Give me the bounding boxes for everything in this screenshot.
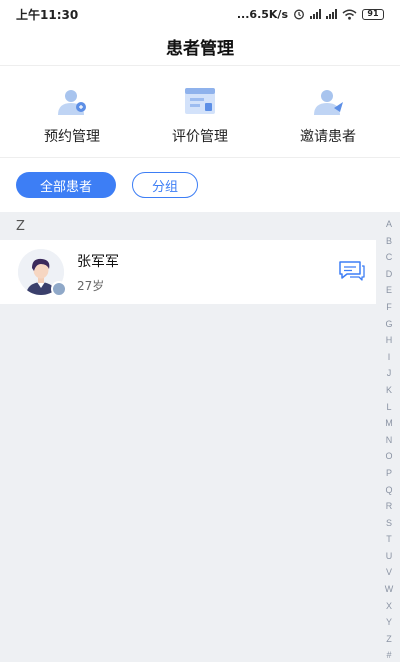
appointment-management-button[interactable]: 预约管理 xyxy=(22,66,122,157)
page-header: 患者管理 xyxy=(0,28,400,66)
alphabet-index-letter[interactable]: W xyxy=(385,581,394,598)
patient-age: 27岁 xyxy=(77,278,105,293)
alphabet-index-letter[interactable]: I xyxy=(388,349,391,366)
alphabet-index-letter[interactable]: D xyxy=(386,266,393,283)
section-letter: Z xyxy=(16,218,25,234)
invite-patient-button[interactable]: 邀请患者 xyxy=(278,66,378,157)
alphabet-index-letter[interactable]: G xyxy=(385,316,392,333)
all-patients-tab[interactable]: 全部患者 xyxy=(16,172,116,198)
status-time: 上午11:30 xyxy=(16,7,79,22)
invite-person-icon xyxy=(314,90,343,115)
patient-info: 张军军 27岁 xyxy=(77,251,119,294)
alphabet-index-letter[interactable]: Z xyxy=(386,631,392,648)
signal-icon xyxy=(310,9,321,19)
review-management-button[interactable]: 评价管理 xyxy=(150,66,250,157)
alphabet-index-letter[interactable]: R xyxy=(386,498,393,515)
patient-name: 张军军 xyxy=(77,253,119,270)
alphabet-index-letter[interactable]: P xyxy=(386,465,392,482)
alphabet-index-letter[interactable]: B xyxy=(386,233,392,250)
alarm-icon xyxy=(294,9,304,20)
alphabet-index-letter[interactable]: N xyxy=(386,432,393,449)
status-bar: 上午11:30 ...6.5K/s 91 xyxy=(0,0,400,28)
wifi-icon xyxy=(342,9,357,20)
alphabet-index-letter[interactable]: S xyxy=(386,515,392,532)
chat-icon[interactable] xyxy=(338,260,366,282)
alphabet-index-letter[interactable]: # xyxy=(386,647,391,662)
avatar xyxy=(18,249,67,297)
patient-row[interactable]: 张军军 27岁 xyxy=(0,240,376,304)
filter-row: 全部患者 分组 xyxy=(0,158,400,212)
review-board-icon xyxy=(185,88,215,114)
alphabet-index-letter[interactable]: F xyxy=(386,299,392,316)
avatar-badge xyxy=(51,281,67,297)
patient-list: Z 张军军 27岁 xyxy=(0,212,400,662)
alphabet-index-letter[interactable]: O xyxy=(385,448,392,465)
alphabet-index-letter[interactable]: L xyxy=(386,399,391,416)
alphabet-index-letter[interactable]: U xyxy=(386,548,393,565)
group-tab[interactable]: 分组 xyxy=(132,172,198,198)
alphabet-index[interactable]: A B C D E F G H I J K L M N O P Q R S T U V W X Y Z # xyxy=(378,212,400,662)
review-management-label: 评价管理 xyxy=(172,129,228,145)
page-title: 患者管理 xyxy=(166,39,234,59)
appointment-management-label: 预约管理 xyxy=(44,129,100,145)
alphabet-index-letter[interactable]: K xyxy=(386,382,392,399)
alphabet-index-letter[interactable]: Q xyxy=(385,482,392,499)
status-icons: ...6.5K/s 91 xyxy=(237,8,384,21)
alphabet-index-letter[interactable]: A xyxy=(386,216,392,233)
alphabet-index-letter[interactable]: X xyxy=(386,598,392,615)
alphabet-index-letter[interactable]: C xyxy=(386,249,393,266)
alphabet-index-letter[interactable]: M xyxy=(385,415,393,432)
invite-patient-label: 邀请患者 xyxy=(300,129,356,145)
alphabet-index-letter[interactable]: T xyxy=(386,531,392,548)
network-speed: ...6.5K/s xyxy=(236,7,288,21)
quick-menu: 预约管理 评价管理 邀请患者 xyxy=(0,66,400,158)
signal-icon xyxy=(326,9,337,19)
alphabet-index-letter[interactable]: H xyxy=(386,332,393,349)
appointment-person-icon xyxy=(58,90,86,115)
alphabet-index-letter[interactable]: Y xyxy=(386,614,392,631)
section-header: Z xyxy=(0,212,400,240)
battery-icon: 91 xyxy=(362,8,384,20)
alphabet-index-letter[interactable]: E xyxy=(386,282,392,299)
alphabet-index-letter[interactable]: J xyxy=(387,365,392,382)
alphabet-index-letter[interactable]: V xyxy=(386,564,392,581)
